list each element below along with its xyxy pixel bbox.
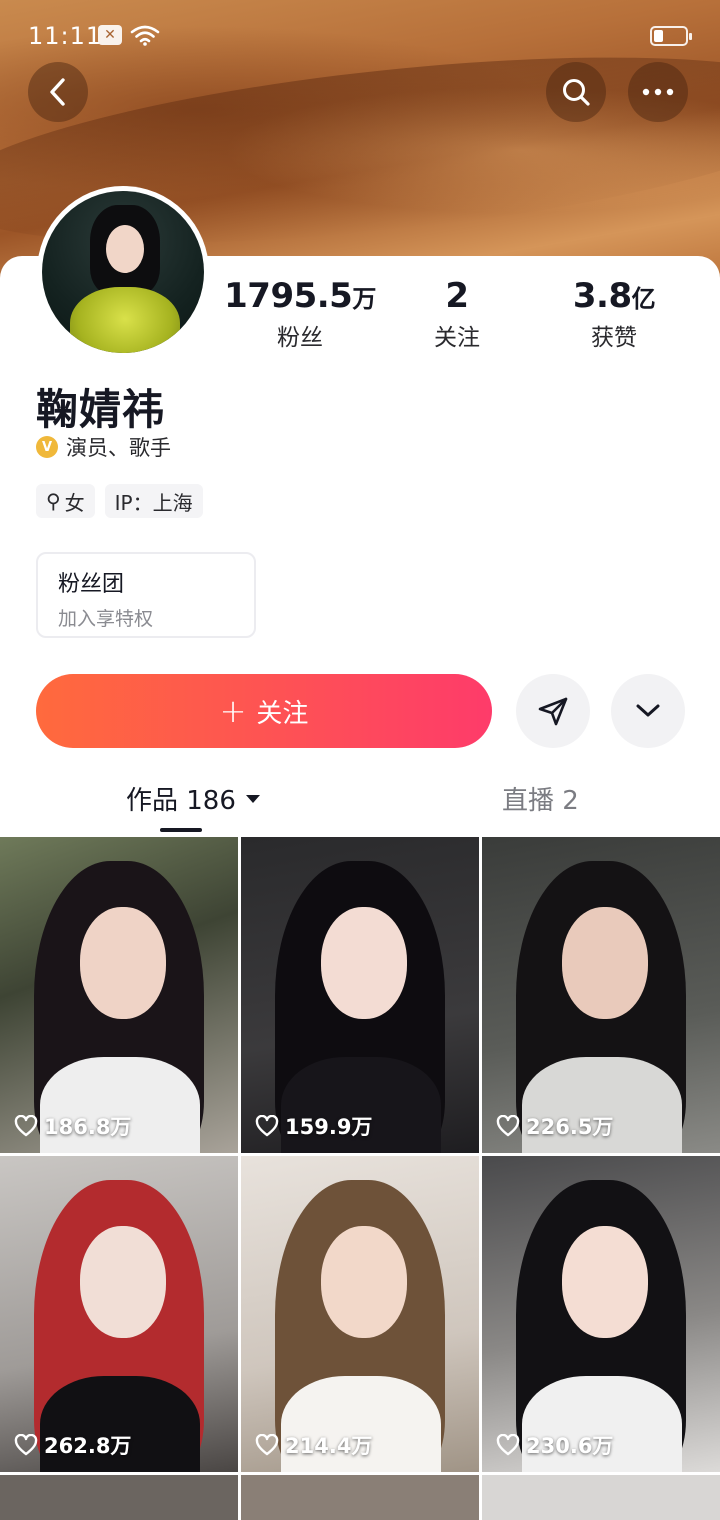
tag-gender: ⚲ 女 [36,484,95,518]
stat-value: 1795.5万 [224,276,376,316]
chevron-left-icon [50,78,65,106]
heart-icon [496,1434,520,1456]
avatar-photo [42,191,204,353]
follow-button[interactable]: + 关注 [36,674,492,748]
search-button[interactable] [546,62,606,122]
video-thumbnail[interactable]: 262.8万 [0,1156,238,1472]
stat-label: 获赞 [591,325,637,351]
profile-tags: ⚲ 女 IP：上海 [36,484,203,518]
stat-label: 粉丝 [277,325,323,351]
fan-club-title: 粉丝团 [58,572,125,597]
video-grid: 186.8万 159.9万 226.5万 262.8万 214.4万 230.6… [0,837,720,1520]
verification-row: V 演员、歌手 [36,432,171,462]
stat-label: 关注 [434,325,480,351]
fan-club-card[interactable]: 粉丝团 加入享特权 [36,552,256,638]
verification-label: 演员、歌手 [66,436,171,460]
back-button[interactable] [28,62,88,122]
send-icon [538,697,568,726]
caret-down-icon [245,794,260,803]
like-count: 262.8万 [14,1430,131,1460]
stat-value: 3.8亿 [572,276,656,316]
tab-works[interactable]: 作品 186 [126,780,260,817]
notification-x-icon: ✕ [98,25,122,45]
video-thumbnail[interactable]: 159.9万 [241,837,479,1153]
heart-icon [14,1434,38,1456]
heart-icon [14,1115,38,1137]
like-count: 159.9万 [255,1111,372,1141]
more-dots-icon [642,88,674,96]
status-icons: ✕ [98,24,160,46]
content-tabs: 作品 186 直播 2 [0,770,720,836]
video-thumbnail[interactable]: 226.5万 [482,837,720,1153]
video-thumbnail[interactable] [482,1475,720,1520]
stat-followers[interactable]: 1795.5万 粉丝 [215,276,385,352]
wifi-icon [130,25,160,46]
like-count: 226.5万 [496,1111,613,1141]
tab-indicator [160,828,202,832]
profile-name: 鞠婧祎 [36,385,166,434]
verified-badge-icon: V [36,436,58,458]
video-thumbnail[interactable] [0,1475,238,1520]
avatar[interactable] [37,186,209,358]
video-thumbnail[interactable] [241,1475,479,1520]
like-count: 186.8万 [14,1111,131,1141]
female-icon: ⚲ [46,489,61,513]
follow-label: 关注 [256,698,309,729]
send-message-button[interactable] [516,674,590,748]
heart-icon [496,1115,520,1137]
search-icon [563,79,590,106]
stat-following[interactable]: 2 关注 [372,276,542,352]
battery-icon [650,26,692,46]
stat-value: 2 [445,276,469,316]
like-count: 230.6万 [496,1430,613,1460]
video-thumbnail[interactable]: 186.8万 [0,837,238,1153]
like-count: 214.4万 [255,1430,372,1460]
heart-icon [255,1115,279,1137]
more-options-button[interactable] [628,62,688,122]
fan-club-subtitle: 加入享特权 [58,608,154,630]
status-time: 11:11 [28,22,103,50]
stat-likes[interactable]: 3.8亿 获赞 [529,276,699,352]
status-bar: 11:11 ✕ [0,0,720,72]
heart-icon [255,1434,279,1456]
tag-ip-location: IP：上海 [104,484,203,518]
plus-icon: + [219,692,247,730]
video-thumbnail[interactable]: 214.4万 [241,1156,479,1472]
tab-live[interactable]: 直播 2 [502,780,579,817]
chevron-down-icon [636,704,660,717]
profile-stats: 1795.5万 粉丝 2 关注 3.8亿 获赞 [210,276,720,356]
video-thumbnail[interactable]: 230.6万 [482,1156,720,1472]
expand-recommendations-button[interactable] [611,674,685,748]
